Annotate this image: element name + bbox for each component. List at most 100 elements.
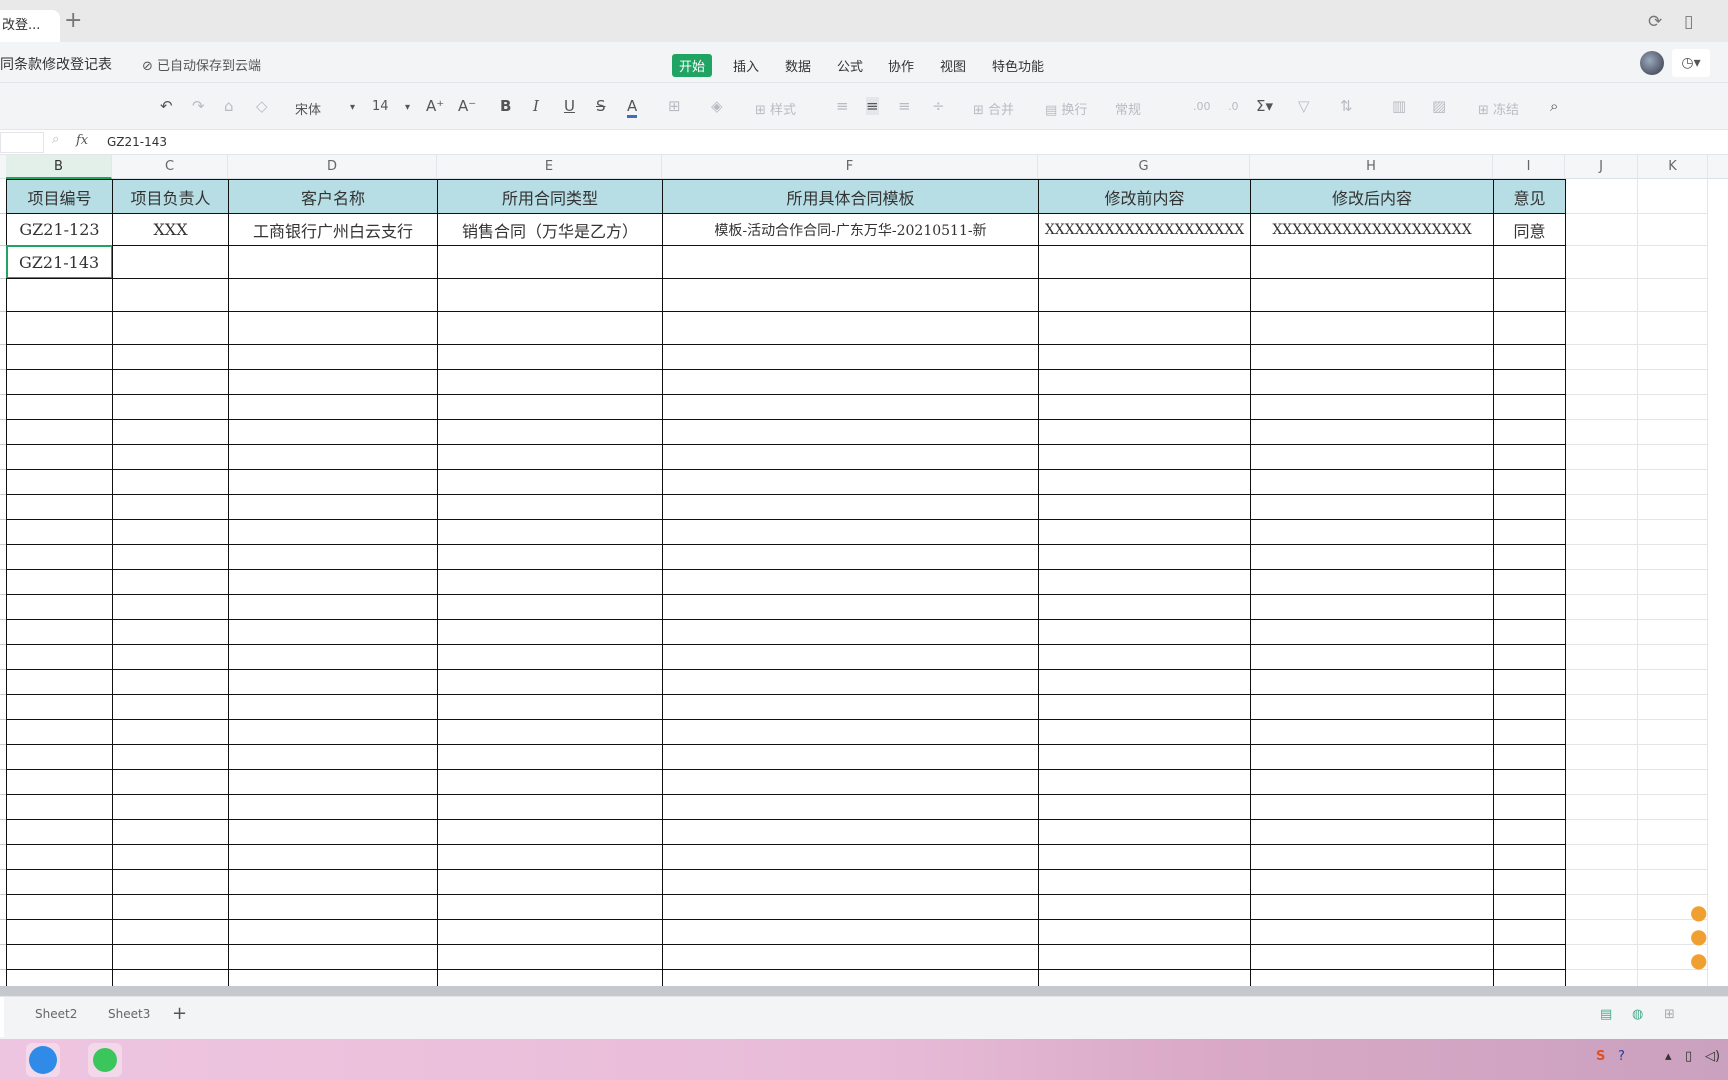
empty-cell[interactable] (662, 569, 1039, 595)
empty-cell[interactable] (228, 744, 438, 770)
search-icon[interactable]: ⌕ (1550, 97, 1558, 115)
increase-font-icon[interactable]: A⁺ (426, 97, 444, 115)
empty-cell[interactable] (1250, 794, 1494, 820)
filter-icon[interactable]: ▽ (1298, 97, 1310, 115)
menu-tab[interactable]: 插入 (726, 54, 766, 77)
empty-cell[interactable] (1250, 819, 1494, 845)
table-header-cell[interactable]: 意见 (1493, 179, 1566, 214)
empty-cell[interactable] (1250, 419, 1494, 445)
empty-cell[interactable] (1250, 569, 1494, 595)
empty-cell[interactable] (6, 844, 113, 870)
empty-cell[interactable] (112, 719, 229, 745)
empty-cell[interactable] (662, 369, 1039, 395)
empty-cell[interactable] (228, 444, 438, 470)
table-cell[interactable] (662, 245, 1039, 279)
font-size-select[interactable]: 14 (372, 99, 389, 114)
empty-cell[interactable] (437, 494, 663, 520)
empty-cell[interactable] (662, 444, 1039, 470)
empty-cell[interactable] (662, 669, 1039, 695)
horizontal-scrollbar[interactable] (0, 986, 1728, 996)
empty-cell[interactable] (1038, 844, 1251, 870)
empty-cell[interactable] (6, 278, 113, 312)
empty-cell[interactable] (1565, 919, 1638, 945)
empty-cell[interactable] (662, 969, 1039, 986)
empty-cell[interactable] (228, 869, 438, 895)
empty-cell[interactable] (228, 944, 438, 970)
empty-cell[interactable] (6, 394, 113, 420)
empty-cell[interactable] (1493, 594, 1566, 620)
table-cell[interactable] (1493, 245, 1566, 279)
empty-cell[interactable] (6, 794, 113, 820)
empty-cell[interactable] (662, 594, 1039, 620)
history-button[interactable]: ◷▾ (1672, 49, 1710, 77)
empty-cell[interactable] (112, 569, 229, 595)
empty-cell[interactable] (1250, 869, 1494, 895)
tray-expand-icon[interactable]: ▴ (1665, 1049, 1672, 1064)
empty-cell[interactable] (228, 394, 438, 420)
table-cell[interactable] (112, 245, 229, 279)
sheet-tab[interactable]: Sheet2 (35, 1007, 77, 1021)
table-header-cell[interactable]: 所用合同类型 (437, 179, 663, 214)
empty-cell[interactable] (228, 794, 438, 820)
empty-cell[interactable] (437, 278, 663, 312)
table-cell[interactable]: GZ21-123 (6, 213, 113, 246)
empty-cell[interactable] (112, 469, 229, 495)
freeze-button[interactable]: ⊞ 冻结 (1478, 99, 1519, 118)
italic-icon[interactable]: I (533, 97, 539, 115)
empty-cell[interactable] (662, 619, 1039, 645)
empty-cell[interactable] (228, 469, 438, 495)
empty-cell[interactable] (1493, 369, 1566, 395)
empty-cell[interactable] (437, 869, 663, 895)
empty-cell[interactable] (1038, 394, 1251, 420)
empty-cell[interactable] (6, 869, 113, 895)
empty-cell[interactable] (228, 544, 438, 570)
empty-cell[interactable] (6, 494, 113, 520)
zoom-icon[interactable]: ⌕ (52, 132, 59, 147)
empty-cell[interactable] (437, 394, 663, 420)
empty-cell[interactable] (1565, 869, 1638, 895)
empty-cell[interactable] (1250, 444, 1494, 470)
empty-cell[interactable] (112, 311, 229, 345)
empty-cell[interactable] (437, 694, 663, 720)
empty-cell[interactable] (112, 494, 229, 520)
chevron-down-icon[interactable]: ▾ (350, 102, 355, 113)
name-box[interactable] (0, 132, 44, 153)
empty-cell[interactable] (228, 969, 438, 986)
empty-cell[interactable] (6, 619, 113, 645)
empty-cell[interactable] (662, 819, 1039, 845)
empty-cell[interactable] (1038, 311, 1251, 345)
table-cell[interactable]: XXXXXXXXXXXXXXXXXXXX (1038, 213, 1251, 246)
empty-cell[interactable] (437, 444, 663, 470)
empty-cell[interactable] (437, 669, 663, 695)
empty-cell[interactable] (1038, 694, 1251, 720)
empty-cell[interactable] (112, 944, 229, 970)
empty-cell[interactable] (1038, 278, 1251, 312)
empty-cell[interactable] (6, 769, 113, 795)
empty-cell[interactable] (1493, 394, 1566, 420)
empty-cell[interactable] (437, 919, 663, 945)
empty-cell[interactable] (1565, 213, 1638, 246)
empty-cell[interactable] (112, 769, 229, 795)
fill-color-icon[interactable]: ◈ (711, 97, 723, 115)
empty-cell[interactable] (1565, 179, 1638, 214)
wechat-app-icon[interactable] (88, 1043, 122, 1077)
empty-cell[interactable] (1250, 494, 1494, 520)
table-cell[interactable] (228, 245, 438, 279)
empty-cell[interactable] (1493, 694, 1566, 720)
table-cell[interactable]: 销售合同（万华是乙方） (437, 213, 663, 246)
column-header-C[interactable]: C (112, 155, 228, 179)
empty-cell[interactable] (1250, 944, 1494, 970)
empty-cell[interactable] (1638, 311, 1708, 345)
empty-cell[interactable] (1565, 369, 1638, 395)
empty-cell[interactable] (1250, 311, 1494, 345)
underline-icon[interactable]: U (564, 97, 575, 115)
empty-cell[interactable] (1038, 744, 1251, 770)
empty-cell[interactable] (1250, 669, 1494, 695)
sync-icon[interactable]: ⟳ (1648, 12, 1662, 32)
empty-cell[interactable] (1565, 644, 1638, 670)
empty-cell[interactable] (112, 394, 229, 420)
empty-cell[interactable] (1565, 744, 1638, 770)
empty-cell[interactable] (1493, 969, 1566, 986)
empty-cell[interactable] (228, 919, 438, 945)
empty-cell[interactable] (6, 469, 113, 495)
